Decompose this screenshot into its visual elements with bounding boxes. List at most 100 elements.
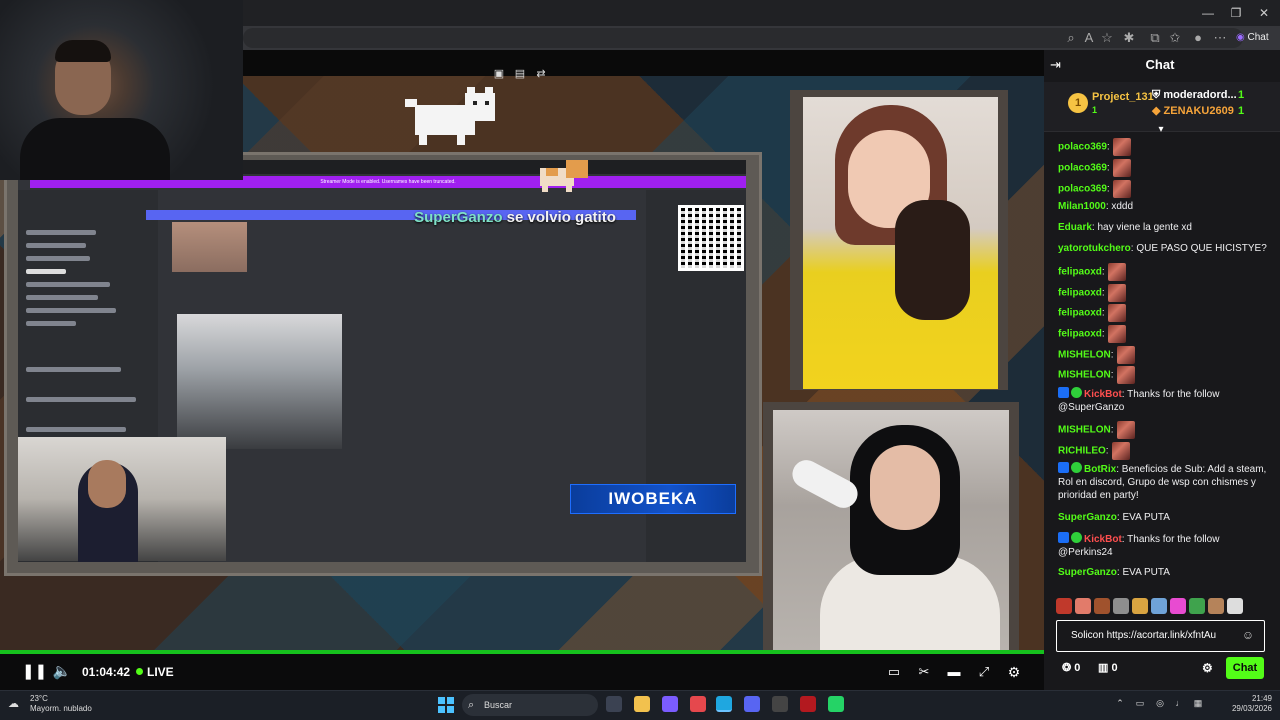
sub-gifts-balance[interactable]: ▥ 0 — [1098, 660, 1118, 676]
chat-username[interactable]: felipaoxd — [1058, 308, 1102, 319]
overlay-caption: SuperGanzo se volvio gatito — [410, 208, 620, 228]
bot-badge-icon — [1058, 387, 1069, 398]
live-label: LIVE — [147, 665, 174, 679]
chat-emote — [1116, 421, 1135, 439]
emote-icon[interactable] — [1208, 598, 1224, 614]
task-view-icon[interactable] — [606, 696, 622, 712]
streamer-name-banner: IWOBEKA — [570, 484, 736, 514]
leaderboard-name[interactable]: ◆ ZENAKU2609 — [1152, 105, 1234, 118]
emote-icon[interactable] — [1227, 598, 1243, 614]
close-window-button[interactable]: ✕ — [1250, 4, 1278, 22]
app-icon[interactable] — [800, 696, 816, 712]
chat-username[interactable]: MISHELON — [1058, 350, 1111, 361]
chat-username[interactable]: RICHILEO — [1058, 446, 1106, 457]
leaderboard-name[interactable]: ⛨ moderadord... — [1152, 89, 1237, 102]
emote-icon[interactable] — [1075, 598, 1091, 614]
chat-username[interactable]: BotRix — [1084, 464, 1116, 475]
chat-input[interactable]: Solicon https://acortar.link/xfntAu — [1056, 620, 1265, 652]
taskbar-search[interactable]: Buscar — [462, 694, 598, 716]
mic-tray-icon[interactable]: ♩ — [1174, 697, 1186, 709]
tray-app-icon[interactable]: ◎ — [1154, 697, 1166, 709]
taskbar-clock[interactable]: 21:49 29/03/2026 — [1206, 694, 1272, 714]
chat-separator: : — [1101, 328, 1105, 340]
chat-text: Thanks for the follow @Perkins24 — [1058, 534, 1220, 558]
chat-title: Chat — [1145, 57, 1175, 72]
more-icon[interactable]: ⋯ — [1211, 29, 1229, 47]
favorite-icon[interactable]: ☆ — [1098, 29, 1116, 47]
theater-mode-icon[interactable]: ▬ — [944, 662, 964, 682]
chat-separator: : — [1101, 307, 1105, 319]
chat-username[interactable]: Eduark — [1058, 222, 1092, 233]
chat-username[interactable]: MISHELON — [1058, 370, 1111, 381]
chat-username[interactable]: MISHELON — [1058, 425, 1111, 436]
snapshot-icon[interactable]: ▤ — [511, 67, 529, 81]
weather-widget[interactable]: 23°C Mayorm. nublado — [30, 694, 92, 714]
volume-icon[interactable]: 🔈 — [52, 662, 72, 682]
expand-leaderboard-icon[interactable]: ▾ — [1155, 124, 1167, 135]
leaderboard-count: 1 — [1238, 89, 1245, 101]
discord-icon[interactable] — [744, 696, 760, 712]
network-icon[interactable]: ▦ — [1192, 697, 1204, 709]
webcam-person-hair — [55, 40, 111, 62]
collapse-chat-icon[interactable]: ⇥ — [1050, 57, 1066, 73]
profile-icon[interactable]: ● — [1189, 29, 1207, 47]
zoom-icon[interactable]: ⌕ — [1062, 29, 1080, 47]
copilot-chat-button[interactable]: ◉ Chat — [1236, 29, 1276, 47]
minimize-button[interactable]: — — [1194, 4, 1222, 22]
settings-gear-icon[interactable]: ⚙ — [1004, 662, 1024, 682]
extensions-icon[interactable]: ✱ — [1120, 29, 1138, 47]
channel-item — [26, 293, 146, 302]
chat-settings-gear-icon[interactable]: ⚙ — [1202, 660, 1213, 676]
app-icon[interactable] — [690, 696, 706, 712]
chat-username[interactable]: polaco369 — [1058, 163, 1107, 174]
read-aloud-icon[interactable]: A — [1080, 29, 1098, 47]
emote-icon[interactable] — [1132, 598, 1148, 614]
emote-icon[interactable] — [1056, 598, 1072, 614]
emote-icon[interactable] — [1151, 598, 1167, 614]
chat-message: Milan1000: xddd — [1058, 200, 1273, 213]
miniplayer-icon[interactable]: ▭ — [884, 662, 904, 682]
pip-icon[interactable]: ▣ — [490, 67, 508, 81]
emote-icon[interactable] — [1113, 598, 1129, 614]
split-screen-icon[interactable]: ⧉ — [1146, 29, 1164, 47]
quick-emote-bar — [1056, 598, 1266, 618]
leaderboard-name[interactable]: Project_131 — [1092, 91, 1154, 104]
live-indicator: LIVE — [136, 662, 174, 682]
chat-send-button[interactable]: Chat — [1226, 657, 1264, 679]
copilot-label: Chat — [1247, 32, 1269, 43]
emote-icon[interactable] — [1189, 598, 1205, 614]
chat-emote — [1107, 325, 1126, 343]
emote-icon[interactable] — [1094, 598, 1110, 614]
chat-username[interactable]: felipaoxd — [1058, 267, 1102, 278]
chat-username[interactable]: felipaoxd — [1058, 329, 1102, 340]
tray-overflow-icon[interactable]: ⌃ — [1114, 697, 1126, 709]
chat-username[interactable]: KickBot — [1084, 534, 1122, 545]
emote-icon[interactable] — [1170, 598, 1186, 614]
chat-username[interactable]: yatorotukchero — [1058, 243, 1131, 254]
emoji-picker-icon[interactable]: ☺ — [1240, 627, 1256, 643]
chat-username[interactable]: polaco369 — [1058, 184, 1107, 195]
translate-icon[interactable]: ⇄ — [532, 67, 550, 81]
leaderboard-count: 1 — [1092, 105, 1098, 115]
clip-icon[interactable]: ✂ — [914, 662, 934, 682]
file-explorer-icon[interactable] — [634, 696, 650, 712]
chat-username[interactable]: polaco369 — [1058, 142, 1107, 153]
chat-username[interactable]: SuperGanzo — [1058, 512, 1117, 523]
fullscreen-icon[interactable]: ⤢ — [974, 662, 994, 682]
windows-start-icon[interactable] — [438, 697, 454, 713]
kicks-balance[interactable]: ❂ 0 — [1062, 660, 1080, 676]
maximize-button[interactable]: ❐ — [1222, 4, 1250, 22]
edge-browser-icon[interactable] — [716, 696, 732, 712]
pause-icon[interactable]: ❚❚ — [22, 662, 47, 682]
copilot-app-icon[interactable] — [662, 696, 678, 712]
obs-icon[interactable] — [772, 696, 788, 712]
chat-username[interactable]: felipaoxd — [1058, 288, 1102, 299]
pixel-cat-orange-sprite — [540, 160, 588, 192]
tray-app-icon[interactable]: ▭ — [1134, 697, 1146, 709]
channel-item — [26, 425, 146, 434]
chat-username[interactable]: Milan1000 — [1058, 201, 1106, 212]
chat-username[interactable]: KickBot — [1084, 389, 1122, 400]
chat-username[interactable]: SuperGanzo — [1058, 567, 1117, 578]
favorites-bar-icon[interactable]: ✩ — [1166, 29, 1184, 47]
whatsapp-icon[interactable] — [828, 696, 844, 712]
